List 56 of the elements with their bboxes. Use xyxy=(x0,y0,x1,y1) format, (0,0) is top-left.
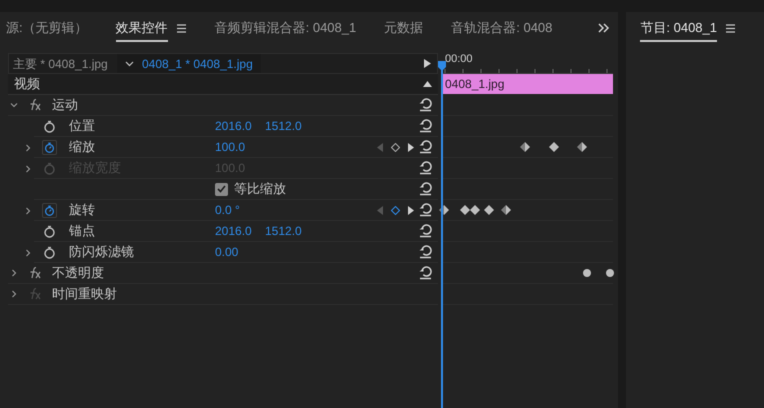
panel-tab[interactable]: 元数据 xyxy=(384,14,424,42)
property-label: 锚点 xyxy=(69,222,96,240)
reset-icon[interactable] xyxy=(419,140,432,154)
effect-label: 不透明度 xyxy=(52,264,104,282)
next-keyframe-icon[interactable] xyxy=(408,142,414,152)
value-field[interactable]: 1512.0 xyxy=(265,222,315,240)
section-label: 视频 xyxy=(14,75,40,94)
collapse-triangle-icon[interactable] xyxy=(423,81,432,87)
stopwatch-icon[interactable] xyxy=(42,140,57,154)
collapse-chevron-icon[interactable] xyxy=(10,101,18,109)
value-field[interactable]: 0.00 xyxy=(215,243,265,261)
panel-tab[interactable]: 音频剪辑混合器: 0408_1 xyxy=(214,14,356,42)
clip-bar: 0408_1.jpg xyxy=(441,74,613,94)
effect-label: 运动 xyxy=(52,96,78,114)
play-icon[interactable] xyxy=(424,59,431,68)
property-label: 缩放 xyxy=(69,138,96,156)
master-clip-label: 主要 * 0408_1.jpg xyxy=(12,56,109,72)
panel-tab[interactable]: 效果控件 xyxy=(116,14,168,42)
panel-tab[interactable]: 音轨混合器: 0408 xyxy=(451,14,552,42)
stopwatch-icon[interactable] xyxy=(42,244,57,260)
next-keyframe-icon[interactable] xyxy=(408,206,414,214)
reset-icon[interactable] xyxy=(419,266,432,280)
timecode: 00:00 xyxy=(445,52,473,66)
checkbox-label: 等比缩放 xyxy=(234,180,286,198)
reset-icon[interactable] xyxy=(419,182,432,196)
reset-icon[interactable] xyxy=(419,203,432,217)
add-keyframe-icon[interactable] xyxy=(391,142,400,152)
expand-chevron-icon[interactable] xyxy=(24,206,32,214)
stopwatch-icon[interactable] xyxy=(42,224,57,238)
value-field[interactable]: 100.0 xyxy=(215,138,265,156)
reset-icon[interactable] xyxy=(419,245,432,259)
panel-tab[interactable]: 节目: 0408_1 xyxy=(640,14,717,42)
add-keyframe-icon[interactable] xyxy=(391,206,400,214)
overflow-icon[interactable] xyxy=(598,23,610,33)
effect-label: 时间重映射 xyxy=(52,285,117,304)
caret-icon[interactable] xyxy=(125,60,134,66)
stopwatch-icon[interactable] xyxy=(42,118,57,134)
property-label: 旋转 xyxy=(69,201,96,220)
reset-icon[interactable] xyxy=(419,224,432,238)
expand-chevron-icon[interactable] xyxy=(24,144,32,152)
expand-chevron-icon[interactable] xyxy=(24,248,32,256)
value-field[interactable]: 1512.0 xyxy=(265,117,315,135)
value-field[interactable]: 0.0 ° xyxy=(215,201,265,219)
reset-icon[interactable] xyxy=(419,119,432,133)
property-label: 位置 xyxy=(69,117,96,136)
checkbox[interactable] xyxy=(215,182,228,196)
value-field[interactable]: 2016.0 xyxy=(215,222,265,240)
expand-chevron-icon[interactable] xyxy=(10,269,18,277)
panel-tab[interactable]: 源:（无剪辑） xyxy=(6,14,88,42)
property-label: 防闪烁滤镜 xyxy=(69,243,135,262)
clip-dropdown[interactable]: 0408_1 * 0408_1.jpg xyxy=(117,54,261,73)
reset-icon[interactable] xyxy=(419,98,432,112)
menu-icon[interactable] xyxy=(176,22,187,34)
menu-icon[interactable] xyxy=(725,22,736,34)
value-field[interactable]: 2016.0 xyxy=(215,117,265,135)
stopwatch-icon[interactable] xyxy=(42,202,57,218)
